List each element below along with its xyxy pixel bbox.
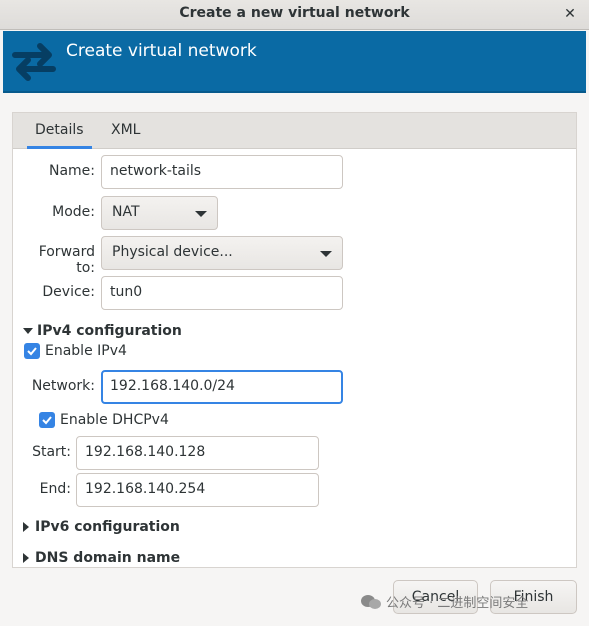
checkmark-icon — [39, 412, 55, 428]
network-field[interactable]: 192.168.140.0/24 — [101, 370, 343, 404]
enable-ipv4-checkbox[interactable]: Enable IPv4 — [24, 343, 127, 359]
device-label: Device: — [42, 284, 95, 300]
start-label: Start: — [32, 444, 71, 460]
window-title: Create a new virtual network — [179, 5, 410, 21]
tab-xml[interactable]: XML — [103, 113, 148, 149]
watermark: 公众号 · 二进制空间安全 — [360, 592, 528, 611]
chevron-down-icon — [320, 251, 332, 257]
dns-header: DNS domain name — [35, 550, 181, 566]
close-button[interactable]: ✕ — [559, 3, 581, 25]
header-banner: Create virtual network — [3, 31, 586, 93]
forward-value: Physical device... — [112, 244, 233, 260]
enable-dhcpv4-checkbox[interactable]: Enable DHCPv4 — [39, 412, 169, 428]
collapsed-triangle-icon — [23, 522, 29, 532]
window-titlebar: Create a new virtual network ✕ — [0, 0, 589, 30]
checkmark-icon — [24, 343, 40, 359]
ipv6-expander[interactable]: IPv6 configuration — [23, 519, 180, 535]
close-icon: ✕ — [564, 6, 576, 22]
tab-bar: Details XML — [13, 113, 576, 149]
device-field[interactable]: tun0 — [101, 276, 343, 310]
forward-dropdown[interactable]: Physical device... — [101, 236, 343, 270]
ipv6-header: IPv6 configuration — [35, 519, 180, 535]
end-label: End: — [39, 481, 71, 497]
expanded-triangle-icon — [23, 328, 33, 334]
watermark-text: 公众号 · 二进制空间安全 — [386, 596, 529, 611]
collapsed-triangle-icon — [23, 553, 29, 563]
name-label: Name: — [48, 163, 95, 179]
forward-label: Forward to: — [38, 244, 95, 276]
mode-value: NAT — [112, 204, 140, 220]
network-label: Network: — [31, 378, 95, 394]
chevron-down-icon — [195, 211, 207, 217]
dns-expander[interactable]: DNS domain name — [23, 550, 180, 566]
wechat-icon — [361, 594, 381, 609]
ipv4-header: IPv4 configuration — [37, 323, 182, 339]
tab-details[interactable]: Details — [27, 113, 92, 149]
mode-label: Mode: — [52, 204, 95, 220]
enable-ipv4-label: Enable IPv4 — [45, 343, 127, 359]
mode-dropdown[interactable]: NAT — [101, 196, 218, 230]
banner-title: Create virtual network — [66, 41, 257, 61]
name-field[interactable]: network-tails — [101, 155, 343, 189]
ipv4-expander[interactable]: IPv4 configuration — [23, 323, 182, 339]
start-field[interactable]: 192.168.140.128 — [76, 436, 319, 470]
end-field[interactable]: 192.168.140.254 — [76, 473, 319, 507]
details-panel: Details XML Name: network-tails Mode: NA… — [12, 112, 577, 568]
enable-dhcpv4-label: Enable DHCPv4 — [60, 412, 169, 428]
network-arrows-icon — [12, 43, 56, 81]
